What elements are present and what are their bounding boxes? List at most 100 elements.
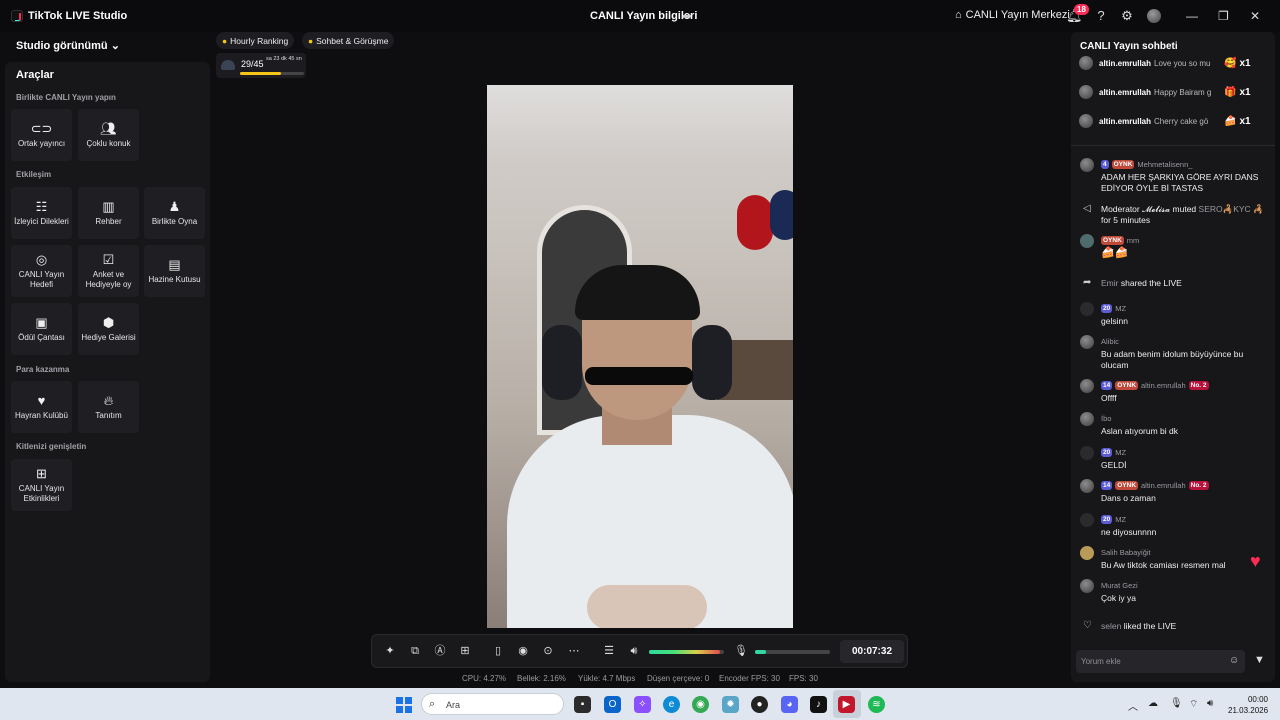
hourly-ranking-pill[interactable]: ● Hourly Ranking: [216, 32, 295, 49]
copilot-icon[interactable]: ✧: [634, 696, 651, 713]
tiktok-app-icon[interactable]: ♪: [810, 696, 827, 713]
speaker-icon[interactable]: 🔊︎: [627, 644, 641, 658]
settings-app-icon[interactable]: ✹: [722, 696, 739, 713]
wifi-icon[interactable]: ⌔: [1189, 698, 1198, 711]
mic-tray-icon[interactable]: 🎙︎: [1170, 698, 1183, 709]
more-icon[interactable]: ⋯: [567, 644, 581, 658]
tool-multi-guest[interactable]: 👥︎ Çoklu konuk: [78, 109, 139, 161]
discord-icon[interactable]: ◕: [781, 696, 798, 713]
username[interactable]: İbo: [1101, 414, 1111, 423]
message-text: Dans o zaman: [1101, 493, 1156, 503]
moderator-name[interactable]: 𝓜𝓮𝓵𝓲𝓼𝓪: [1142, 204, 1170, 214]
spotify-icon[interactable]: ≋: [868, 696, 885, 713]
ai-icon[interactable]: Ⓐ: [433, 644, 447, 658]
avatar[interactable]: [1080, 379, 1094, 393]
edge-icon[interactable]: e: [663, 696, 680, 713]
volume-slider[interactable]: [649, 650, 724, 654]
username[interactable]: MZ: [1115, 515, 1126, 524]
avatar[interactable]: [1080, 446, 1094, 460]
filter-icon[interactable]: ▼: [1254, 654, 1265, 666]
avatar[interactable]: [1080, 158, 1094, 172]
tool-play-together[interactable]: ♟ Birlikte Oyna: [144, 187, 205, 239]
gift-user[interactable]: altin.emrullah: [1099, 117, 1151, 126]
username[interactable]: altin.emrullah: [1141, 481, 1186, 490]
chat-meet-pill[interactable]: ● Sohbet & Görüşme: [302, 32, 395, 49]
minimize-icon[interactable]: —: [1186, 9, 1198, 23]
cloud-off-icon[interactable]: ☁: [1148, 698, 1158, 709]
avatar[interactable]: [1079, 56, 1093, 70]
chrome-icon[interactable]: ◉: [692, 696, 709, 713]
avatar[interactable]: [1080, 546, 1094, 560]
gift-user[interactable]: altin.emrullah: [1099, 59, 1151, 68]
file-explorer-icon[interactable]: ▪: [574, 696, 591, 713]
username[interactable]: altin.emrullah: [1141, 381, 1186, 390]
outlook-icon[interactable]: O: [604, 696, 621, 713]
avatar[interactable]: [1079, 114, 1093, 128]
avatar[interactable]: [1080, 479, 1094, 493]
goal-widget[interactable]: 29/45 sa 23 dk 45 sn: [216, 53, 306, 78]
tool-viewer-requests[interactable]: ☷ İzleyici Dilekleri: [11, 187, 72, 239]
taskbar-clock[interactable]: 00:00 21.03.2026: [1228, 694, 1268, 716]
volume-tray-icon[interactable]: 🔊︎: [1207, 698, 1213, 709]
search-placeholder: Ara: [446, 700, 461, 710]
username[interactable]: Murat Gezi: [1101, 581, 1138, 590]
username[interactable]: mm: [1127, 236, 1140, 245]
avatar[interactable]: [1080, 302, 1094, 316]
username[interactable]: Alibic: [1101, 337, 1119, 346]
username[interactable]: Mehmetalisenn_: [1137, 160, 1192, 169]
gift-user[interactable]: altin.emrullah: [1099, 88, 1151, 97]
username[interactable]: Salih Babayiğit: [1101, 548, 1151, 557]
gear-icon[interactable]: ⚙: [1119, 8, 1135, 24]
avatar[interactable]: [1080, 513, 1094, 527]
tool-co-host[interactable]: ⊂⊃ Ortak yayıncı: [11, 109, 72, 161]
share-icon[interactable]: ➦: [682, 9, 692, 23]
maximize-icon[interactable]: ❐: [1218, 9, 1229, 23]
tool-promote[interactable]: 🔥︎ Tanıtım: [78, 381, 139, 433]
tiktok-live-studio-icon[interactable]: ▶: [838, 696, 855, 713]
tool-gift-gallery[interactable]: ⬢ Hediye Galerisi: [78, 303, 139, 355]
username[interactable]: selen: [1101, 621, 1121, 631]
avatar[interactable]: [1079, 85, 1093, 99]
gift-icon: 🍰: [1224, 115, 1237, 127]
live-center-link[interactable]: ⌂ CANLI Yayın Merkezi: [955, 9, 1070, 21]
mic-slider[interactable]: [755, 650, 830, 654]
avatar[interactable]: [1080, 335, 1094, 349]
tool-reward-bag[interactable]: ▣ Ödül Çantası: [11, 303, 72, 355]
tool-live-events[interactable]: ⊞ CANLI Yayın Etkinlikleri: [11, 459, 72, 511]
search-icon: ⌕: [429, 698, 436, 710]
home-icon: ⌂: [955, 9, 962, 21]
comment-input[interactable]: Yorum ekle ☺: [1076, 650, 1245, 673]
gallery-icon: ⬢: [102, 314, 115, 330]
translate-icon[interactable]: ⧉: [408, 644, 422, 658]
username[interactable]: Emir: [1101, 278, 1118, 288]
add-source-icon[interactable]: ⊞: [458, 644, 472, 658]
tool-poll[interactable]: ☑ Anket ve Hediyeyle oy: [78, 245, 139, 297]
help-icon[interactable]: ?: [1093, 8, 1109, 24]
avatar[interactable]: [1080, 579, 1094, 593]
rank-badge: No. 2: [1188, 381, 1209, 390]
tool-guide[interactable]: ▥ Rehber: [78, 187, 139, 239]
github-icon[interactable]: ●: [751, 696, 768, 713]
camera-switch-icon[interactable]: ⊙: [541, 644, 555, 658]
chevron-up-icon[interactable]: ︿: [1128, 698, 1138, 713]
avatar[interactable]: [1080, 234, 1094, 248]
avatar[interactable]: [1080, 412, 1094, 426]
username[interactable]: MZ: [1115, 304, 1126, 313]
tool-treasure-box[interactable]: ▤ Hazine Kutusu: [144, 245, 205, 297]
close-icon[interactable]: ✕: [1250, 9, 1260, 23]
magic-wand-icon[interactable]: ✦: [383, 644, 397, 658]
sliders-icon[interactable]: ☰: [602, 644, 616, 658]
tool-live-goal[interactable]: ◎ CANLI Yayın Hedefi: [11, 245, 72, 297]
profile-avatar[interactable]: [1147, 9, 1161, 23]
studio-view-dropdown[interactable]: Studio görünümü ⌄: [16, 39, 120, 52]
muted-user[interactable]: SERO🦂KYC: [1199, 204, 1251, 214]
rank-badge: No. 2: [1188, 481, 1209, 490]
username[interactable]: MZ: [1115, 448, 1126, 457]
windows-start-icon[interactable]: [396, 697, 412, 713]
emoji-icon[interactable]: ☺: [1229, 655, 1239, 666]
microphone-icon[interactable]: 🎙︎: [734, 644, 748, 658]
record-icon[interactable]: ◉: [516, 644, 530, 658]
phone-icon[interactable]: ▯: [491, 644, 505, 658]
tool-fan-club[interactable]: ♥ Hayran Kulübü: [11, 381, 72, 433]
taskbar-search[interactable]: ⌕ Ara: [421, 693, 564, 715]
